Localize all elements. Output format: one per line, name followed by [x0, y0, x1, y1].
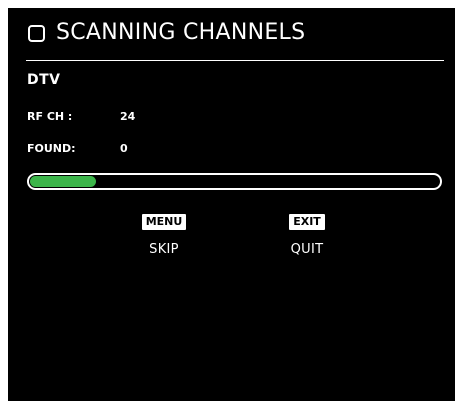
menu-key-badge[interactable]: MENU: [141, 214, 187, 231]
skip-action[interactable]: MENU SKIP: [139, 214, 189, 257]
rf-channel-value: 24: [120, 110, 136, 123]
square-outline-icon: [28, 24, 45, 42]
scan-dialog: SCANNING CHANNELS DTV RF CH : 24 FOUND: …: [8, 8, 455, 401]
rf-channel-row: RF CH : 24: [27, 110, 135, 123]
rf-channel-label: RF CH :: [27, 110, 73, 123]
header-divider: [26, 60, 444, 61]
scan-progress-fill: [30, 176, 96, 187]
found-label: FOUND:: [27, 142, 76, 155]
quit-label: QUIT: [290, 242, 324, 258]
found-row: FOUND: 0: [27, 142, 128, 155]
scan-progress-bar: [27, 173, 442, 190]
signal-type-label: DTV: [27, 72, 61, 88]
exit-key-badge[interactable]: EXIT: [289, 214, 325, 231]
found-value: 0: [120, 142, 128, 155]
skip-label: SKIP: [149, 242, 179, 258]
dialog-title: SCANNING CHANNELS: [56, 20, 306, 45]
dialog-header: SCANNING CHANNELS: [28, 22, 305, 44]
quit-action[interactable]: EXIT QUIT: [282, 214, 332, 257]
